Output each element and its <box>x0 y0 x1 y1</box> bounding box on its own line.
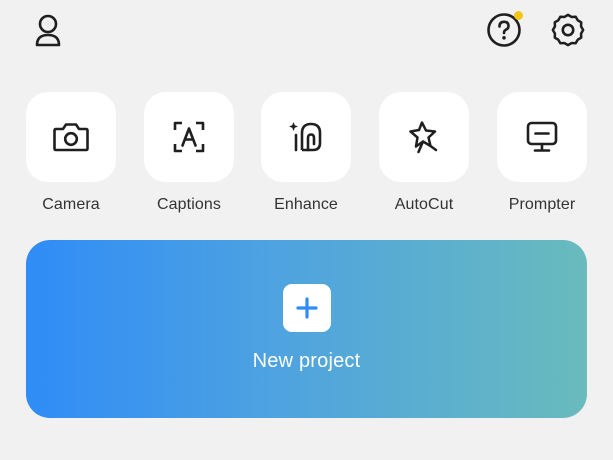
tool-camera[interactable]: Camera <box>26 92 116 220</box>
profile-button[interactable] <box>26 8 70 52</box>
new-project-label: New project <box>252 350 361 372</box>
person-icon <box>35 14 61 47</box>
new-project-plus-tile <box>282 284 331 332</box>
tool-camera-label: Camera <box>42 196 100 213</box>
tool-prompter-label: Prompter <box>508 196 576 213</box>
enhance-icon <box>289 122 322 152</box>
captions-icon <box>173 121 205 153</box>
tool-autocut[interactable]: AutoCut <box>379 92 469 220</box>
tool-enhance-tile[interactable] <box>261 92 351 182</box>
tool-captions[interactable]: Captions <box>144 92 234 220</box>
tool-autocut-tile[interactable] <box>379 92 469 182</box>
gear-icon <box>551 13 585 47</box>
tool-prompter[interactable]: Prompter <box>497 92 587 220</box>
tool-prompter-tile[interactable] <box>497 92 587 182</box>
prompter-icon <box>526 121 558 152</box>
tool-captions-tile[interactable] <box>144 92 234 182</box>
notification-badge <box>514 11 523 20</box>
tool-camera-tile[interactable] <box>26 92 116 182</box>
tool-autocut-label: AutoCut <box>394 196 454 213</box>
tool-captions-label: Captions <box>157 196 221 213</box>
plus-icon <box>295 297 318 319</box>
tool-enhance[interactable]: Enhance <box>261 92 351 220</box>
settings-button[interactable] <box>546 8 590 52</box>
help-button[interactable] <box>482 8 526 52</box>
home-screen: Camera Captions Enhance AutoCut Prompter… <box>0 0 613 460</box>
tool-enhance-label: Enhance <box>274 196 338 213</box>
new-project-button[interactable]: New project <box>26 240 587 418</box>
autocut-star-icon <box>409 121 438 154</box>
tools-row: Camera Captions Enhance AutoCut Prompter <box>26 92 587 220</box>
camera-icon <box>53 123 89 152</box>
